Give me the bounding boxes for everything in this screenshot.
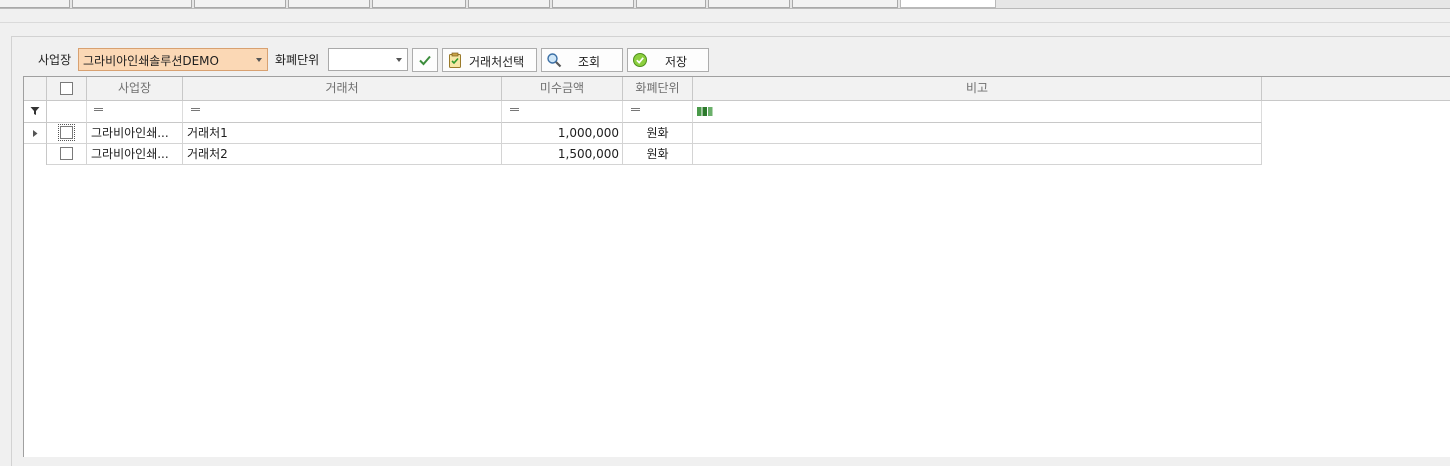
row-checkbox-cell[interactable]	[47, 144, 87, 165]
column-header-note[interactable]: 비고	[693, 77, 1262, 101]
row-indicator[interactable]	[24, 123, 47, 144]
column-header-amount[interactable]: 미수금액	[502, 77, 623, 101]
document-tab[interactable]	[468, 0, 550, 8]
currency-label: 화폐단위	[275, 53, 320, 67]
filter-icon	[30, 107, 40, 115]
cell-business[interactable]: 그라비아인쇄...	[87, 123, 183, 144]
cell-amount[interactable]: 1,000,000	[502, 123, 623, 144]
equals-icon	[631, 108, 640, 111]
document-tab[interactable]	[792, 0, 898, 8]
save-button[interactable]: 저장	[627, 48, 709, 72]
document-tab[interactable]	[636, 0, 706, 8]
check-icon	[419, 55, 431, 66]
save-label: 저장	[665, 55, 688, 69]
confirm-button[interactable]	[412, 48, 438, 72]
filter-cell-client[interactable]	[183, 101, 502, 123]
currency-combo[interactable]	[328, 48, 408, 71]
document-tab[interactable]	[372, 0, 466, 8]
cell-business[interactable]: 그라비아인쇄...	[87, 144, 183, 165]
cell-currency[interactable]: 원화	[623, 123, 693, 144]
select-client-label: 거래처선택	[469, 55, 525, 69]
cell-amount[interactable]: 1,500,000	[502, 144, 623, 165]
text-filter-icon	[697, 107, 713, 116]
cell-client[interactable]: 거래처2	[183, 144, 502, 165]
row-checkbox[interactable]	[60, 147, 73, 160]
cell-currency[interactable]: 원화	[623, 144, 693, 165]
business-label: 사업장	[38, 53, 72, 67]
search-button[interactable]: 조회	[541, 48, 623, 72]
select-client-button[interactable]: 거래처선택	[442, 48, 537, 72]
select-all-checkbox[interactable]	[60, 82, 73, 95]
search-label: 조회	[578, 55, 601, 69]
document-tab[interactable]	[194, 0, 286, 8]
column-header-business[interactable]: 사업장	[87, 77, 183, 101]
chevron-down-icon[interactable]	[396, 58, 402, 62]
filter-cell-amount[interactable]	[502, 101, 623, 123]
save-icon	[633, 53, 647, 67]
chevron-down-icon[interactable]	[256, 58, 262, 62]
filter-row-header	[24, 101, 47, 123]
filter-cell-currency[interactable]	[623, 101, 693, 123]
business-combo[interactable]: 그라비아인쇄솔루션DEMO	[78, 48, 268, 71]
row-header-corner	[24, 77, 47, 101]
equals-icon	[94, 108, 103, 111]
row-indicator[interactable]	[24, 144, 47, 165]
header-select-all	[47, 77, 87, 101]
document-tab[interactable]	[288, 0, 370, 8]
row-checkbox-cell[interactable]	[47, 123, 87, 144]
divider	[0, 22, 1450, 23]
equals-icon	[510, 108, 519, 111]
document-tab[interactable]	[552, 0, 634, 8]
column-header-empty	[1262, 77, 1450, 101]
cell-note[interactable]	[693, 144, 1262, 165]
cell-note[interactable]	[693, 123, 1262, 144]
business-combo-value: 그라비아인쇄솔루션DEMO	[83, 54, 219, 68]
equals-icon	[191, 108, 200, 111]
column-header-client[interactable]: 거래처	[183, 77, 502, 101]
row-indicator-icon	[33, 130, 38, 137]
document-tab[interactable]	[0, 0, 70, 8]
cell-client[interactable]: 거래처1	[183, 123, 502, 144]
document-tab[interactable]	[708, 0, 790, 8]
clipboard-icon	[449, 52, 461, 68]
filter-cell-note[interactable]	[693, 101, 1262, 123]
filter-cell-business[interactable]	[87, 101, 183, 123]
document-tab[interactable]	[72, 0, 192, 8]
row-checkbox[interactable]	[58, 124, 75, 141]
document-tab-strip	[0, 0, 1450, 9]
filter-cell[interactable]	[47, 101, 87, 123]
column-header-currency[interactable]: 화폐단위	[623, 77, 693, 101]
document-tab-active[interactable]	[900, 0, 996, 8]
search-icon	[547, 53, 562, 68]
